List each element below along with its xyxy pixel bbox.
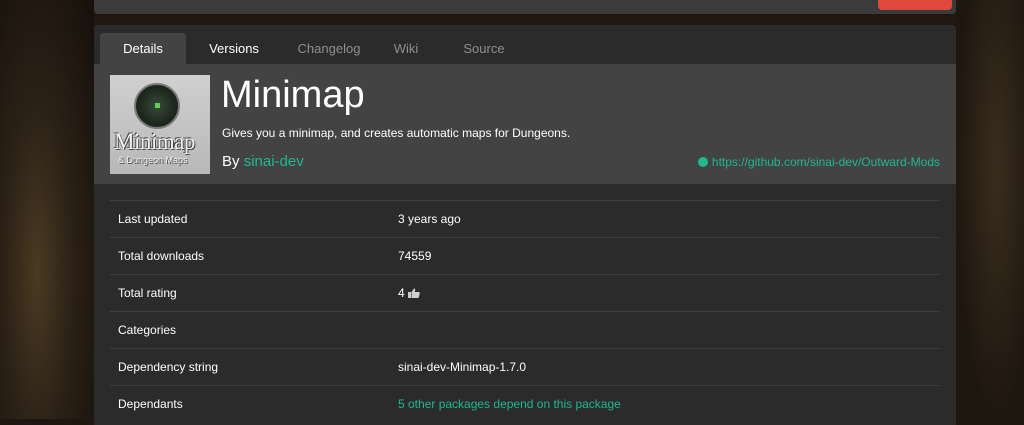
details-table: Last updated 3 years ago Total downloads… [110, 200, 940, 422]
thumbs-up-icon [407, 288, 420, 298]
row-label: Dependency string [118, 360, 219, 374]
install-button[interactable] [878, 0, 952, 10]
row-value: 3 years ago [398, 212, 461, 226]
background-art-left [0, 0, 94, 419]
table-row: Last updated 3 years ago [110, 200, 940, 237]
background-art-right [956, 0, 1024, 419]
tab-changelog[interactable]: Changelog [282, 33, 376, 64]
package-title: Minimap [221, 74, 365, 116]
tab-bar: Details Versions Changelog Wiki Source [100, 33, 532, 64]
tab-wiki[interactable]: Wiki [376, 33, 436, 64]
table-row: Dependants 5 other packages depend on th… [110, 385, 940, 422]
author-link[interactable]: sinai-dev [244, 153, 304, 170]
top-bar [94, 0, 956, 14]
row-value: 74559 [398, 249, 432, 263]
row-label: Categories [118, 323, 177, 337]
globe-icon [697, 157, 708, 167]
tab-details[interactable]: Details [100, 33, 186, 64]
rating-number: 4 [398, 286, 405, 300]
row-label: Total rating [118, 286, 177, 300]
table-row: Categories [110, 311, 940, 348]
package-description: Gives you a minimap, and creates automat… [222, 126, 571, 140]
website-link[interactable]: https://github.com/sinai-dev/Outward-Mod… [697, 155, 940, 169]
package-header: Minimap & Dungeon Maps Minimap Gives you… [94, 64, 956, 184]
dependants-link[interactable]: 5 other packages depend on this package [398, 397, 621, 411]
thumbnail-title: Minimap [114, 129, 195, 154]
thumbnail-subtitle: & Dungeon Maps [118, 155, 188, 165]
package-thumbnail: Minimap & Dungeon Maps [110, 75, 210, 174]
by-label: By [222, 153, 240, 170]
row-value: sinai-dev-Minimap-1.7.0 [398, 360, 527, 374]
row-label: Last updated [118, 212, 188, 226]
table-row: Total rating 4 [110, 274, 940, 311]
author-line: By sinai-dev [222, 153, 304, 170]
tab-versions[interactable]: Versions [186, 33, 282, 64]
tab-source[interactable]: Source [436, 33, 532, 64]
row-label: Dependants [118, 397, 183, 411]
player-marker-icon [155, 103, 160, 108]
rating-value: 4 [398, 286, 420, 300]
minimap-preview-icon [134, 83, 180, 129]
row-label: Total downloads [118, 249, 205, 263]
package-panel: Details Versions Changelog Wiki Source M… [94, 25, 956, 425]
table-row: Dependency string sinai-dev-Minimap-1.7.… [110, 348, 940, 385]
website-url: https://github.com/sinai-dev/Outward-Mod… [711, 155, 940, 169]
table-row: Total downloads 74559 [110, 237, 940, 274]
